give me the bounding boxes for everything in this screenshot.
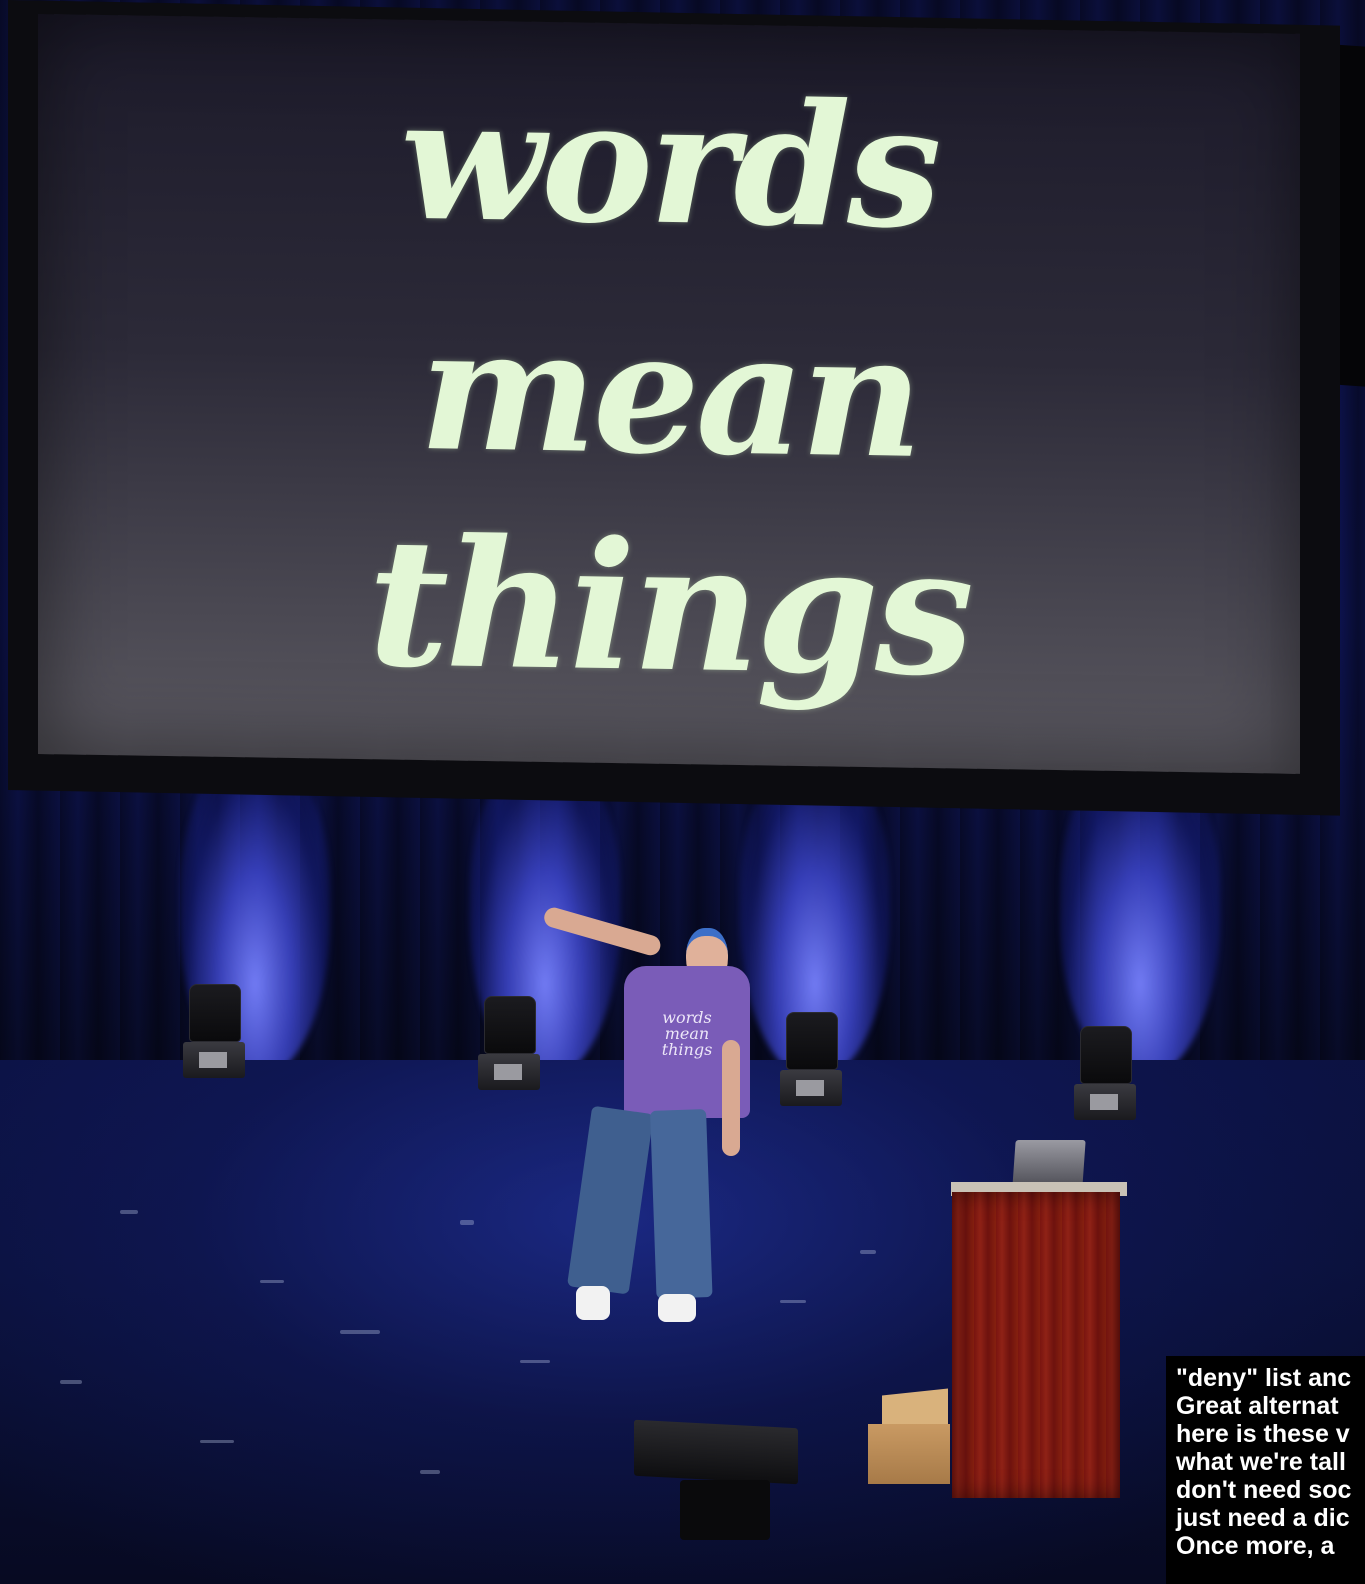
floor-tape	[120, 1210, 138, 1214]
monitor-stand	[680, 1480, 770, 1540]
floor-tape	[260, 1280, 284, 1283]
moving-head-light	[183, 984, 245, 1080]
caption-line-3: here is these v	[1176, 1420, 1350, 1448]
floor-tape	[460, 1220, 474, 1225]
podium	[952, 1192, 1120, 1498]
presenter-jeans-right	[650, 1109, 713, 1299]
floor-tape	[780, 1300, 806, 1303]
moving-head-light	[1074, 1026, 1136, 1122]
laptop	[1012, 1140, 1086, 1188]
live-caption-display: "deny" list anc Great alternat here is t…	[1166, 1356, 1365, 1584]
confidence-monitor	[634, 1419, 798, 1485]
projection-screen: words mean things	[38, 14, 1300, 774]
slide-line-3: things	[367, 499, 971, 716]
floor-tape	[200, 1440, 234, 1443]
floor-tape	[340, 1330, 380, 1334]
cardboard-box	[868, 1424, 950, 1484]
slide-line-1: words	[400, 59, 938, 267]
caption-line-4: what we're tall	[1176, 1448, 1346, 1476]
caption-line-5: don't need soc	[1176, 1476, 1352, 1504]
caption-line-2: Great alternat	[1176, 1392, 1339, 1420]
slide-line-2: mean	[419, 289, 919, 496]
floor-tape	[520, 1360, 550, 1363]
presenter-right-arm	[722, 1040, 740, 1156]
caption-line-1: "deny" list anc	[1176, 1364, 1352, 1392]
presenter-shoe-right	[658, 1294, 696, 1322]
caption-line-7: Once more, a	[1176, 1532, 1335, 1560]
moving-head-light	[478, 996, 540, 1092]
caption-line-6: just need a dic	[1176, 1504, 1350, 1532]
presenter-shoe-left	[576, 1286, 610, 1320]
floor-tape	[60, 1380, 82, 1384]
floor-tape	[860, 1250, 876, 1254]
stage-photo: words mean things words mean things "den…	[0, 0, 1365, 1584]
moving-head-light	[780, 1012, 842, 1108]
floor-tape	[420, 1470, 440, 1474]
